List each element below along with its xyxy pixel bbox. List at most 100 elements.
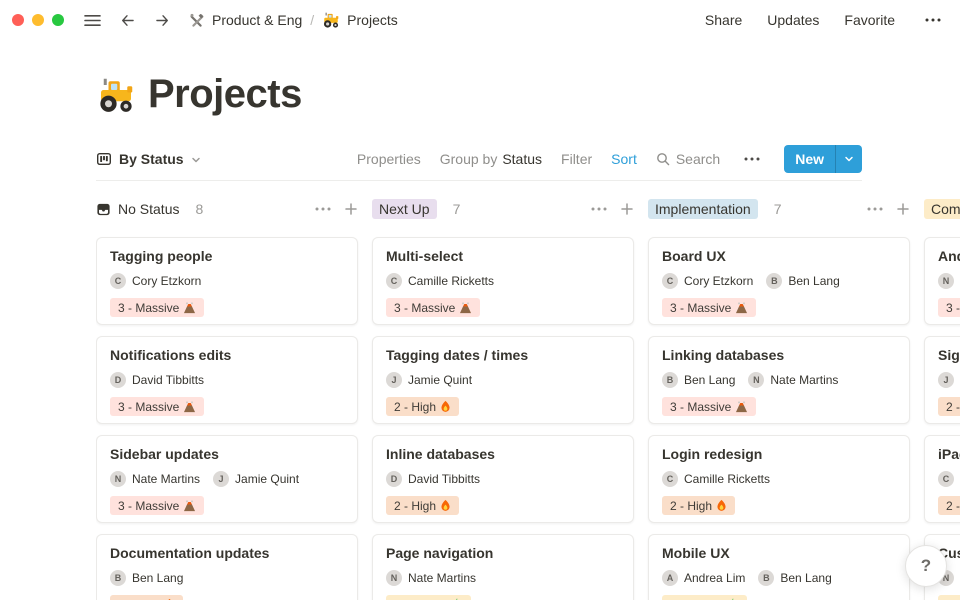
avatar: C xyxy=(662,273,678,289)
board-card[interactable]: SignJJ2 - xyxy=(924,336,960,424)
close-button[interactable] xyxy=(12,14,24,26)
person-name: Jamie Quint xyxy=(408,373,472,387)
back-icon[interactable] xyxy=(113,11,140,30)
card-badge-row: 1- Normal xyxy=(386,595,620,600)
card-people: JJ xyxy=(938,372,960,388)
card-badge-row: 3 - Massive xyxy=(662,397,896,416)
column-title: Com xyxy=(924,199,960,219)
properties-button[interactable]: Properties xyxy=(357,151,421,167)
person-name: Ben Lang xyxy=(684,373,735,387)
board-card[interactable]: Multi-selectCCamille Ricketts3 - Massive xyxy=(372,237,634,325)
new-button-label[interactable]: New xyxy=(784,145,835,173)
person: BBen Lang xyxy=(766,273,839,289)
board-card[interactable]: iPadCC2 - xyxy=(924,435,960,523)
person-name: Jamie Quint xyxy=(235,472,299,486)
minimize-button[interactable] xyxy=(32,14,44,26)
board-card[interactable]: Sidebar updates NNate MartinsJJamie Quint… xyxy=(96,435,358,523)
board-column: No Status8Tagging peopleCCory Etzkorn3 -… xyxy=(96,197,358,600)
card-badge-row: 3 - Massive xyxy=(110,397,344,416)
sidebar-menu-icon[interactable] xyxy=(78,11,107,30)
new-button[interactable]: New xyxy=(784,145,862,173)
breadcrumb-workspace[interactable]: Product & Eng xyxy=(189,12,302,28)
help-button[interactable]: ? xyxy=(905,545,947,587)
board-card[interactable]: Page navigationNNate Martins1- Normal xyxy=(372,534,634,600)
priority-badge: 2 - xyxy=(938,397,960,416)
board-card[interactable]: AndNN3 - xyxy=(924,237,960,325)
card-people: BBen LangNNate Martins xyxy=(662,372,896,388)
card-people: AAndrea LimBBen Lang xyxy=(662,570,896,586)
card-title: And xyxy=(938,248,960,264)
person-name: Cory Etzkorn xyxy=(684,274,753,288)
favorite-button[interactable]: Favorite xyxy=(844,12,895,28)
card-people: NNate Martins xyxy=(386,570,620,586)
column-add-icon[interactable] xyxy=(620,202,634,216)
updates-button[interactable]: Updates xyxy=(767,12,819,28)
priority-badge: 3 - Massive xyxy=(110,397,204,416)
priority-badge-text: 2 - High xyxy=(670,499,712,513)
forward-icon[interactable] xyxy=(150,11,177,30)
card-people: NNate MartinsJJamie Quint xyxy=(110,471,344,487)
zoom-button[interactable] xyxy=(52,14,64,26)
column-label[interactable]: Com xyxy=(924,199,960,219)
column-header: Com xyxy=(924,197,960,221)
column-add-icon[interactable] xyxy=(896,202,910,216)
board-card[interactable]: Board UXCCory EtzkornBBen Lang3 - Massiv… xyxy=(648,237,910,325)
share-button[interactable]: Share xyxy=(705,12,742,28)
avatar: J xyxy=(938,372,954,388)
card-people: J Jamie Quint xyxy=(386,372,620,388)
more-icon[interactable] xyxy=(920,16,946,24)
board-card[interactable]: Inline databasesDDavid Tibbitts2 - High xyxy=(372,435,634,523)
board-card[interactable]: Linking databasesBBen LangNNate Martins3… xyxy=(648,336,910,424)
person-name: Camille Ricketts xyxy=(408,274,494,288)
card-people: NN xyxy=(938,273,960,289)
priority-badge-text: 3 - Massive xyxy=(670,301,731,315)
card-badge-row: 1- N xyxy=(938,595,960,600)
card-badge-row: 3 - Massive xyxy=(662,298,896,317)
column-count: 7 xyxy=(453,201,461,217)
column-count: 7 xyxy=(774,201,782,217)
card-title: Sidebar updates xyxy=(110,446,344,462)
sort-button[interactable]: Sort xyxy=(611,151,637,167)
search-button[interactable]: Search xyxy=(656,151,720,167)
person-name: Cory Etzkorn xyxy=(132,274,201,288)
avatar: J xyxy=(386,372,402,388)
toolbar-more-icon[interactable] xyxy=(739,155,765,163)
card-badge-row: 2 - High xyxy=(110,595,344,600)
column-label[interactable]: No Status xyxy=(118,199,179,219)
person: DDavid Tibbitts xyxy=(110,372,204,388)
card-title: iPad xyxy=(938,446,960,462)
no-status-icon xyxy=(96,202,111,217)
filter-button[interactable]: Filter xyxy=(561,151,592,167)
column-more-icon[interactable] xyxy=(867,207,883,211)
person-name: Camille Ricketts xyxy=(684,472,770,486)
view-selector[interactable]: By Status xyxy=(96,151,201,167)
avatar: D xyxy=(386,471,402,487)
column-add-icon[interactable] xyxy=(344,202,358,216)
avatar: N xyxy=(938,273,954,289)
priority-badge-text: 3 - Massive xyxy=(118,301,179,315)
column-label[interactable]: Implementation xyxy=(648,199,758,219)
board-card[interactable]: Mobile UXAAndrea LimBBen Lang1- Normal xyxy=(648,534,910,600)
board-view-icon xyxy=(96,151,112,167)
person: CCamille Ricketts xyxy=(662,471,770,487)
breadcrumb-page[interactable]: Projects xyxy=(322,11,398,29)
column-more-icon[interactable] xyxy=(591,207,607,211)
card-badge-row: 3 - Massive xyxy=(110,496,344,515)
card-title: Tagging dates / times xyxy=(386,347,620,363)
card-title: Notifications edits xyxy=(110,347,344,363)
column-more-icon[interactable] xyxy=(315,207,331,211)
tools-icon xyxy=(189,12,205,28)
board-card[interactable]: Tagging peopleCCory Etzkorn3 - Massive xyxy=(96,237,358,325)
column-title: Implementation 7 xyxy=(648,199,782,219)
group-by-button[interactable]: Group by Status xyxy=(440,151,542,167)
board-card[interactable]: Notifications edits DDavid Tibbitts 3 - Ma… xyxy=(96,336,358,424)
board-card[interactable]: Login redesignCCamille Ricketts2 - High xyxy=(648,435,910,523)
group-by-value: Status xyxy=(502,151,542,167)
board-card[interactable]: Tagging dates / timesJJamie Quint2 - Hig… xyxy=(372,336,634,424)
board-card[interactable]: Documentation updatesBBen Lang2 - High xyxy=(96,534,358,600)
column-header: Next Up 7 xyxy=(372,197,634,221)
fire-icon xyxy=(716,499,727,512)
card-badge-row: 2 - xyxy=(938,397,960,416)
column-label[interactable]: Next Up xyxy=(372,199,437,219)
new-chevron-down-icon[interactable] xyxy=(835,145,862,173)
